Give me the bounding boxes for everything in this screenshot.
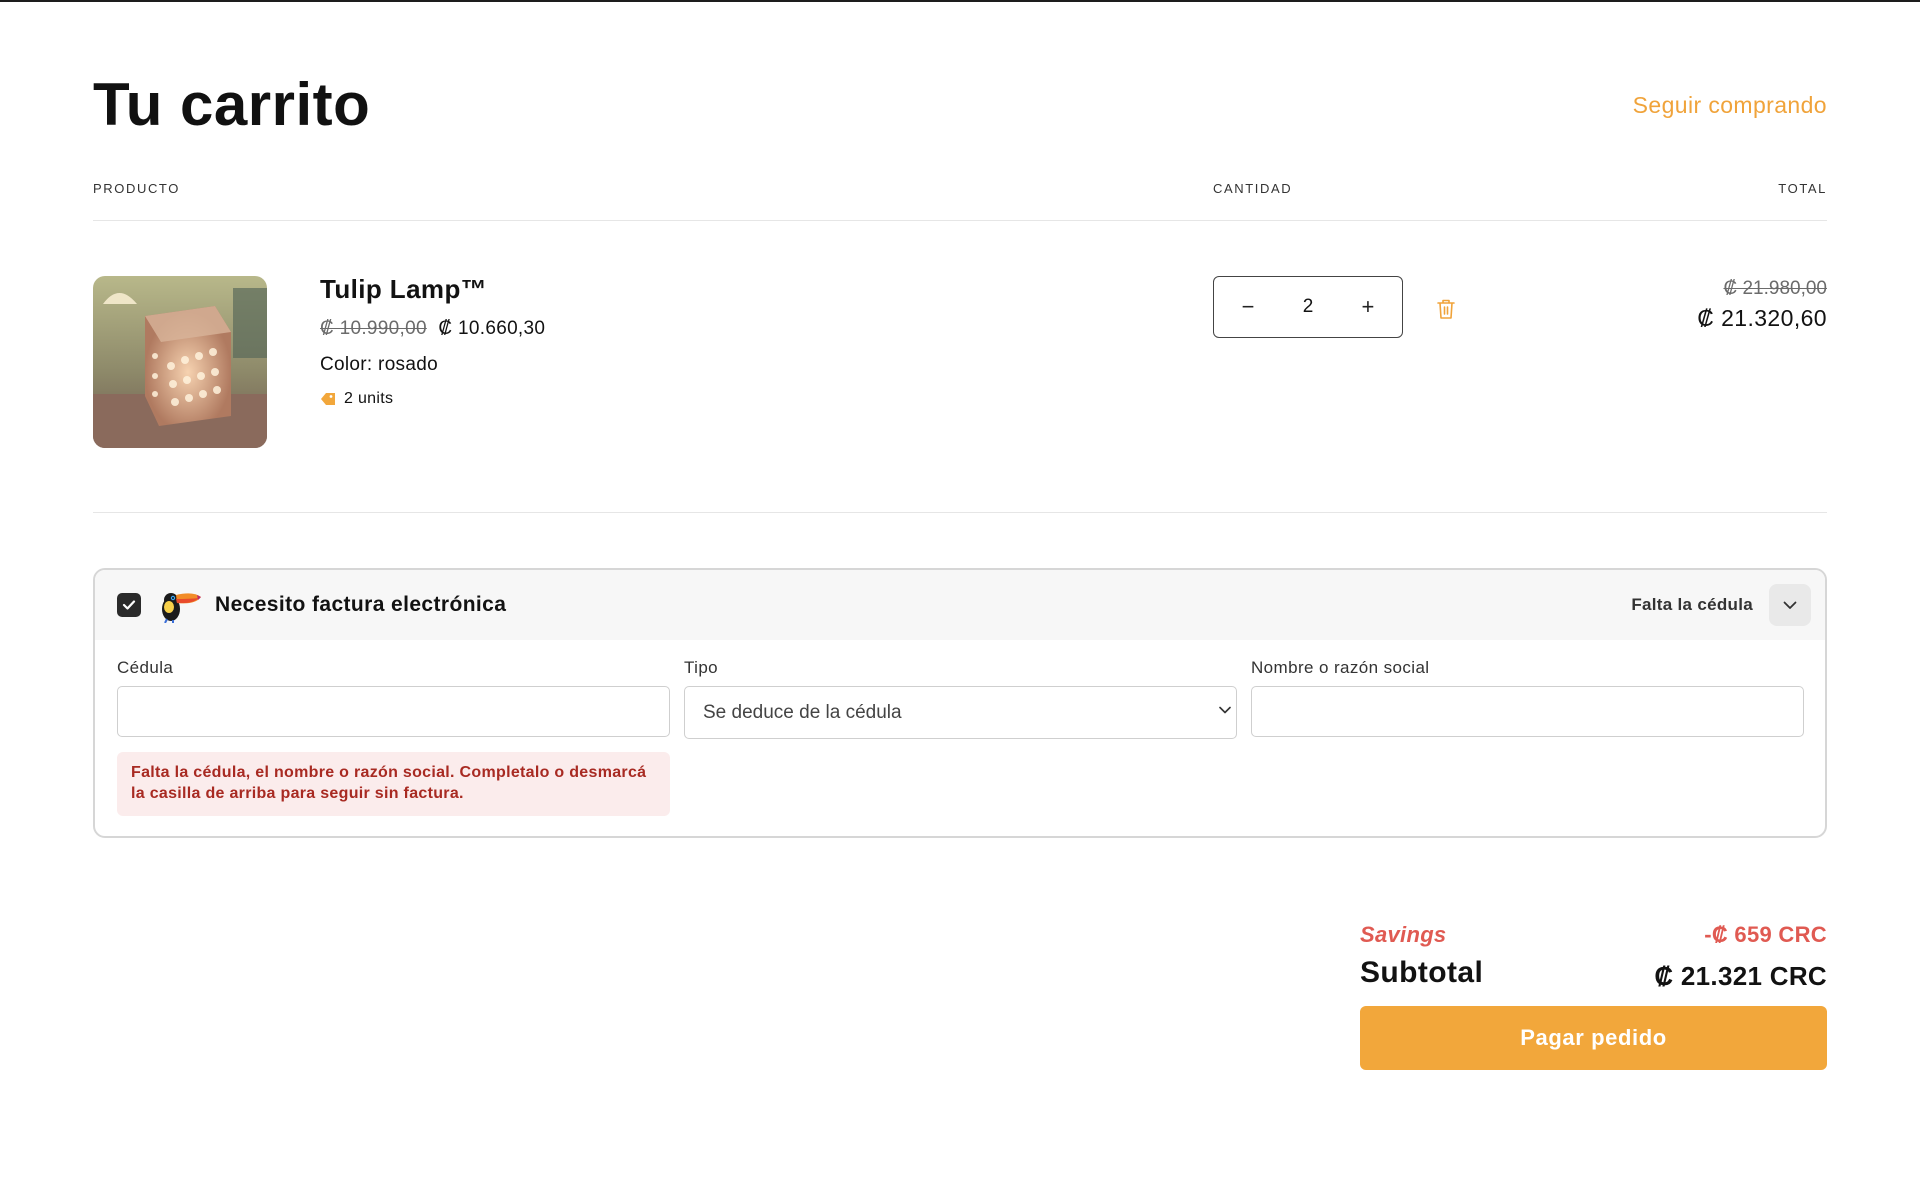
cedula-label: Cédula xyxy=(117,658,174,677)
product-price-sale: ₡ 10.660,30 xyxy=(438,318,546,339)
header-divider xyxy=(93,220,1827,221)
tipo-select[interactable]: Se deduce de la cédula xyxy=(684,686,1237,739)
product-price-original: ₡ 10.990,00 xyxy=(320,318,427,339)
product-units-label: 2 units xyxy=(344,390,394,407)
invoice-checkbox[interactable] xyxy=(117,593,141,617)
quantity-increase-button[interactable]: + xyxy=(1356,294,1380,320)
column-header-product: PRODUCTO xyxy=(93,181,180,196)
product-variant: Color: rosado xyxy=(320,354,438,375)
invoice-status: Falta la cédula xyxy=(1631,595,1753,614)
column-header-quantity: CANTIDAD xyxy=(1213,181,1293,196)
tipo-label: Tipo xyxy=(684,658,719,677)
product-price: ₡ 10.990,00 ₡ 10.660,30 xyxy=(320,318,545,340)
chevron-down-icon xyxy=(1783,601,1797,609)
invoice-panel-header: Necesito factura electrónica Falta la cé… xyxy=(95,570,1825,640)
items-divider xyxy=(93,512,1827,513)
line-total-original: ₡ 21.980,00 xyxy=(1723,278,1827,299)
checkmark-icon xyxy=(122,600,136,610)
cedula-input[interactable] xyxy=(117,686,670,737)
invoice-title[interactable]: Necesito factura electrónica xyxy=(215,593,506,617)
quantity-decrease-button[interactable]: − xyxy=(1236,294,1260,320)
line-total: ₡ 21.320,60 xyxy=(1697,305,1827,331)
quantity-stepper: − 2 + xyxy=(1213,276,1403,338)
product-name[interactable]: Tulip Lamp™ xyxy=(320,274,487,305)
trash-icon xyxy=(1437,299,1455,319)
nombre-label: Nombre o razón social xyxy=(1251,658,1430,677)
quantity-value[interactable]: 2 xyxy=(1303,296,1314,318)
savings-value: -₡ 659 CRC xyxy=(1704,922,1827,947)
savings-label: Savings xyxy=(1360,922,1447,947)
tag-icon xyxy=(321,393,335,405)
invoice-toggle-button[interactable] xyxy=(1769,584,1811,626)
lamp-photo xyxy=(93,276,267,448)
product-image[interactable] xyxy=(93,276,267,448)
subtotal-label: Subtotal xyxy=(1360,956,1484,989)
remove-item-button[interactable] xyxy=(1436,298,1456,325)
continue-shopping-link[interactable]: Seguir comprando xyxy=(1633,92,1827,119)
invoice-error-message: Falta la cédula, el nombre o razón socia… xyxy=(117,752,670,816)
toucan-icon xyxy=(162,593,201,623)
product-units: 2 units xyxy=(320,390,393,408)
column-header-total: TOTAL xyxy=(1778,181,1827,196)
page-title: Tu carrito xyxy=(93,71,371,138)
checkout-button[interactable]: Pagar pedido xyxy=(1360,1006,1827,1070)
nombre-input[interactable] xyxy=(1251,686,1804,737)
top-border xyxy=(0,0,1920,2)
subtotal-value: ₡ 21.321 CRC xyxy=(1654,961,1827,991)
invoice-panel: Necesito factura electrónica Falta la cé… xyxy=(93,568,1827,838)
